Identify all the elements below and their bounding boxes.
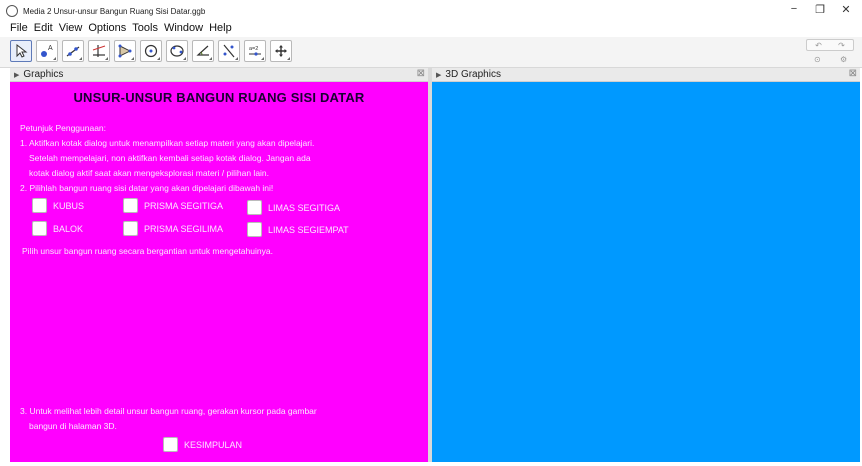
checkbox-label: PRISMA SEGILIMA <box>144 223 224 234</box>
checkbox-label: LIMAS SEGITIGA <box>268 202 341 213</box>
arrow-cursor-icon <box>16 43 28 58</box>
instruction-line-1: 1. Aktifkan kotak dialog untuk menampilk… <box>20 138 315 148</box>
checkbox-box[interactable] <box>32 198 47 213</box>
instruction-line-4: 2. Pilihlah bangun ruang sisi datar yang… <box>20 183 274 193</box>
svg-text:A: A <box>48 45 53 52</box>
checkbox-label: BALOK <box>53 223 84 234</box>
move-tool[interactable] <box>10 40 32 62</box>
checkbox-balok[interactable]: BALOK <box>32 221 83 236</box>
expand-arrow-icon[interactable]: ▶ <box>436 71 441 79</box>
perpendicular-tool[interactable] <box>88 40 110 62</box>
instruction-line-3: kotak dialog aktif saat akan mengeksplor… <box>29 168 270 178</box>
checkbox-box[interactable] <box>163 437 178 452</box>
menu-bar: File Edit View Options Tools Window Help <box>0 20 238 36</box>
graphics-view[interactable]: UNSUR-UNSUR BANGUN RUANG SISI DATAR Petu… <box>10 82 428 462</box>
maximize-button[interactable]: ❐ <box>810 3 830 16</box>
point-tool[interactable]: A <box>36 40 58 62</box>
move-view-tool[interactable] <box>270 40 292 62</box>
undo-redo-group: ↶ ↷ <box>806 39 854 51</box>
gear-icon[interactable]: ⚙ <box>840 55 847 64</box>
view3d-canvas[interactable] <box>432 82 860 462</box>
checkbox-box[interactable] <box>32 221 47 236</box>
window-title: Media 2 Unsur-unsur Bangun Ruang Sisi Da… <box>23 6 206 16</box>
menu-options[interactable]: Options <box>88 22 126 34</box>
view3d-panel-header: ▶ 3D Graphics ⊠ <box>432 68 860 82</box>
undo-button[interactable]: ↶ <box>815 41 822 50</box>
instruction-line-7: bangun di halaman 3D. <box>29 421 117 431</box>
slider-tool[interactable]: a=2 <box>244 40 266 62</box>
close-panel-icon[interactable]: ⊠ <box>417 68 425 79</box>
checkbox-prisma-segitiga[interactable]: PRISMA SEGITIGA <box>123 198 223 213</box>
close-button[interactable]: ✕ <box>836 3 856 16</box>
svg-text:a=2: a=2 <box>249 46 258 52</box>
angle-tool[interactable] <box>192 40 214 62</box>
reflect-tool[interactable] <box>218 40 240 62</box>
instructions-title: Petunjuk Penggunaan: <box>20 123 107 133</box>
circle-tool[interactable] <box>140 40 162 62</box>
title-bar: Media 2 Unsur-unsur Bangun Ruang Sisi Da… <box>0 0 862 22</box>
view3d-panel-title: 3D Graphics <box>445 69 501 80</box>
graphics-panel-header: ▶ Graphics ⊠ <box>10 68 428 82</box>
checkbox-box[interactable] <box>123 198 138 213</box>
expand-arrow-icon[interactable]: ▶ <box>14 71 19 79</box>
checkbox-kesimpulan[interactable]: KESIMPULAN <box>163 437 242 452</box>
page-heading: UNSUR-UNSUR BANGUN RUANG SISI DATAR <box>73 90 365 105</box>
checkbox-box[interactable] <box>123 221 138 236</box>
toolbar: A a=2 ↶ ↷ ⊙ ⚙ <box>0 37 862 68</box>
menu-help[interactable]: Help <box>209 22 232 34</box>
instruction-line-2: Setelah mempelajari, non aktifkan kembal… <box>29 153 311 163</box>
geogebra-app-icon <box>6 5 18 17</box>
redo-button[interactable]: ↷ <box>838 41 845 50</box>
graphics-panel-title: Graphics <box>23 69 64 80</box>
menu-window[interactable]: Window <box>164 22 203 34</box>
menu-file[interactable]: File <box>10 22 28 34</box>
checkbox-box[interactable] <box>247 222 262 237</box>
polygon-tool[interactable] <box>114 40 136 62</box>
instruction-line-6: 3. Untuk melihat lebih detail unsur bang… <box>20 406 317 416</box>
checkbox-prisma-segilima[interactable]: PRISMA SEGILIMA <box>123 221 223 236</box>
checkbox-limas-segitiga[interactable]: LIMAS SEGITIGA <box>247 200 340 215</box>
menu-view[interactable]: View <box>59 22 83 34</box>
line-tool[interactable] <box>62 40 84 62</box>
instruction-line-5: Pilih unsur bangun ruang secara berganti… <box>22 246 273 256</box>
checkbox-label: PRISMA SEGITIGA <box>144 200 224 211</box>
menu-edit[interactable]: Edit <box>34 22 53 34</box>
checkbox-box[interactable] <box>247 200 262 215</box>
close-panel-icon[interactable]: ⊠ <box>849 68 857 79</box>
checkbox-limas-segiempat[interactable]: LIMAS SEGIEMPAT <box>247 222 349 237</box>
checkbox-label: KESIMPULAN <box>184 439 243 450</box>
minimize-button[interactable]: − <box>784 3 804 15</box>
menu-tools[interactable]: Tools <box>132 22 158 34</box>
help-icon[interactable]: ⊙ <box>814 55 821 64</box>
checkbox-label: LIMAS SEGIEMPAT <box>268 224 349 235</box>
checkbox-label: KUBUS <box>53 200 85 211</box>
checkbox-kubus[interactable]: KUBUS <box>32 198 84 213</box>
circle-three-points-tool[interactable] <box>166 40 188 62</box>
